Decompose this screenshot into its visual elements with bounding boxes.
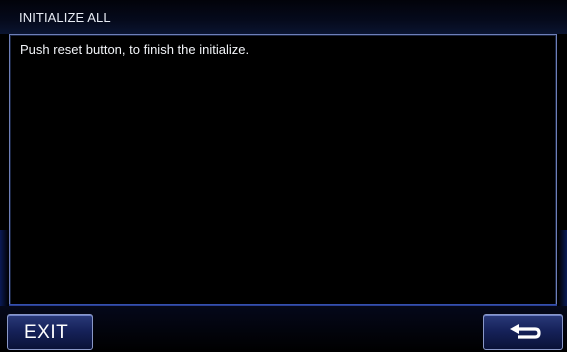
exit-button[interactable]: EXIT [7, 314, 93, 350]
exit-button-label: EXIT [24, 322, 69, 343]
right-edge-glow [558, 230, 567, 310]
initialize-screen: INITIALIZE ALL Push reset button, to fin… [0, 0, 567, 352]
left-edge-glow [0, 230, 9, 310]
message-text: Push reset button, to finish the initial… [20, 42, 250, 57]
screen-title: INITIALIZE ALL [19, 10, 111, 25]
return-arrow-icon [510, 324, 541, 339]
title-bar: INITIALIZE ALL [0, 0, 567, 34]
back-button[interactable] [483, 314, 563, 350]
message-panel: Push reset button, to finish the initial… [9, 34, 557, 309]
